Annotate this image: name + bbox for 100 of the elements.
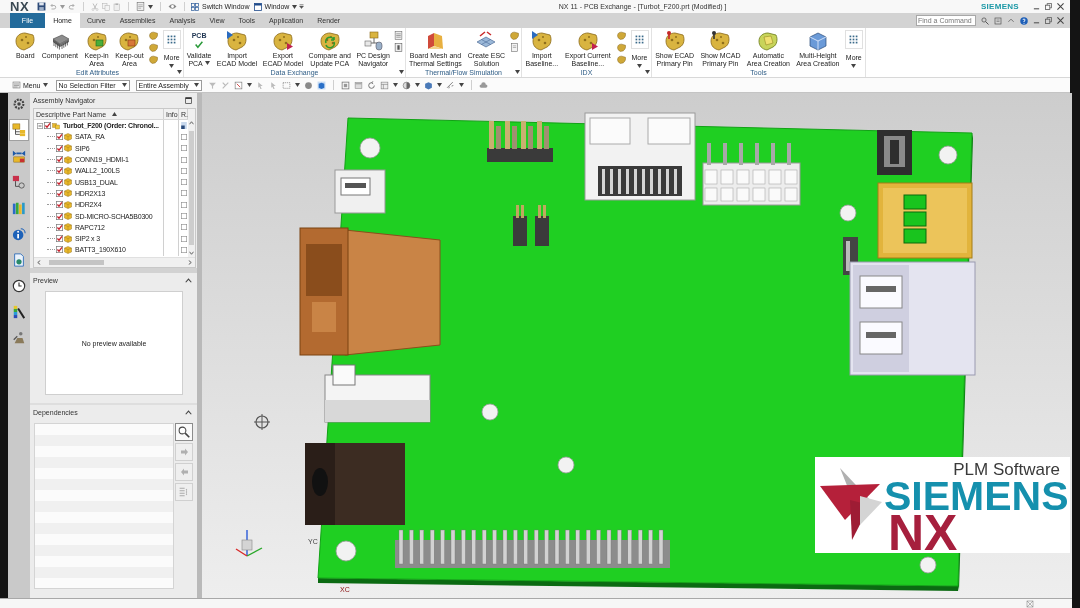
checkbox[interactable] [44, 122, 51, 130]
checkbox[interactable] [56, 167, 63, 175]
part-icon [64, 166, 72, 175]
caret-icon[interactable] [176, 70, 182, 75]
caret-icon[interactable] [414, 83, 420, 87]
caret-icon[interactable] [398, 70, 404, 75]
caret-icon [42, 83, 48, 87]
board-area-icon [86, 30, 107, 51]
checkbox[interactable] [56, 189, 63, 197]
cube-icon[interactable] [316, 80, 326, 90]
checkbox[interactable] [56, 156, 63, 164]
caret-icon[interactable] [292, 4, 298, 9]
board-import-icon [227, 30, 248, 51]
collapse-icon[interactable] [185, 410, 192, 415]
clock-icon [12, 279, 26, 293]
checkbox[interactable] [180, 246, 187, 253]
checkbox[interactable] [180, 145, 187, 152]
maximize-icon[interactable] [185, 97, 192, 104]
checkbox[interactable] [180, 190, 187, 197]
collapse-icon[interactable] [185, 278, 192, 283]
caret-icon [193, 83, 199, 87]
assembly-tree-icon [12, 123, 26, 137]
caret-icon[interactable] [294, 83, 300, 87]
checkbox[interactable] [180, 235, 187, 242]
gradient-block-icon [425, 30, 446, 51]
restore-icon[interactable] [1045, 3, 1052, 10]
checkbox[interactable] [180, 224, 187, 231]
mounting-hole [335, 540, 357, 562]
scrollbar-thumb[interactable] [49, 260, 104, 265]
back-button[interactable] [175, 463, 193, 481]
panel-icon[interactable] [394, 43, 404, 52]
checkbox[interactable] [56, 178, 63, 186]
close-icon[interactable] [1057, 3, 1064, 10]
checkbox[interactable] [180, 133, 187, 140]
checkbox[interactable] [56, 201, 63, 209]
small-board-icon[interactable] [510, 31, 520, 40]
checkbox[interactable] [56, 246, 63, 254]
close-icon[interactable] [1057, 17, 1064, 24]
checkbox[interactable] [180, 156, 187, 163]
shaded-cube-icon[interactable] [423, 80, 433, 90]
save-icon[interactable] [37, 2, 47, 11]
mounting-hole [839, 204, 857, 222]
redo-icon[interactable] [68, 2, 77, 11]
shaded-sphere-icon[interactable] [401, 80, 411, 90]
checkbox[interactable] [56, 223, 63, 231]
checkbox[interactable] [180, 179, 187, 186]
caret-icon[interactable] [458, 83, 464, 87]
books-icon [12, 201, 26, 215]
mounting-hole [938, 145, 958, 165]
eye-icon[interactable] [168, 3, 178, 10]
cut-icon[interactable] [91, 2, 100, 11]
undo-icon[interactable] [49, 2, 58, 11]
checkbox[interactable] [180, 167, 187, 174]
square-frame-icon[interactable] [340, 80, 350, 90]
part-icon [64, 132, 72, 141]
scrollbar-thumb[interactable] [189, 131, 194, 245]
checkbox[interactable] [56, 133, 63, 141]
scroll-right-icon [188, 260, 192, 265]
cross-box-icon[interactable] [1026, 599, 1034, 608]
window-icon[interactable] [353, 80, 363, 90]
filter-icon[interactable] [207, 80, 217, 90]
caret-icon[interactable] [392, 83, 398, 87]
help-icon[interactable] [1020, 16, 1028, 25]
caret-icon[interactable] [246, 83, 252, 87]
vertical-scrollbar[interactable] [188, 109, 195, 257]
search-icon[interactable] [981, 16, 989, 25]
select-box-icon[interactable] [233, 80, 243, 90]
part-icon [64, 200, 72, 209]
board-export-icon [272, 30, 293, 51]
search-button[interactable] [175, 423, 193, 441]
paste-icon[interactable] [113, 2, 122, 11]
caret-icon[interactable] [148, 4, 154, 9]
part-icon [64, 144, 72, 153]
settings-icon [12, 97, 26, 111]
list-box-icon[interactable] [994, 16, 1002, 25]
app-logo: NX [10, 0, 30, 13]
grid-icon [167, 35, 177, 44]
customize-icon[interactable] [299, 4, 305, 9]
checkbox[interactable] [56, 212, 63, 220]
document-icon[interactable] [510, 43, 520, 52]
horizontal-scrollbar[interactable] [34, 257, 195, 267]
checkbox[interactable] [56, 144, 63, 152]
chevron-up-icon[interactable] [1007, 17, 1015, 24]
tiles-icon [191, 2, 200, 11]
mounting-hole [919, 556, 937, 574]
checkbox[interactable] [180, 201, 187, 208]
caret-icon[interactable] [514, 70, 520, 75]
checkbox[interactable] [180, 213, 187, 219]
document-icon [12, 253, 26, 267]
logo-wordmark: SIEMENS [884, 479, 1070, 513]
caret-icon[interactable] [436, 83, 442, 87]
checkbox[interactable] [56, 235, 63, 243]
rotate-icon[interactable] [366, 80, 376, 90]
list-options-button[interactable] [175, 483, 193, 501]
part-icon [64, 155, 72, 164]
angle-icon[interactable] [220, 80, 230, 90]
restore-icon[interactable] [1045, 17, 1052, 24]
cloud-icon[interactable] [478, 80, 488, 90]
caret-icon[interactable] [644, 70, 650, 75]
connector [877, 130, 912, 175]
